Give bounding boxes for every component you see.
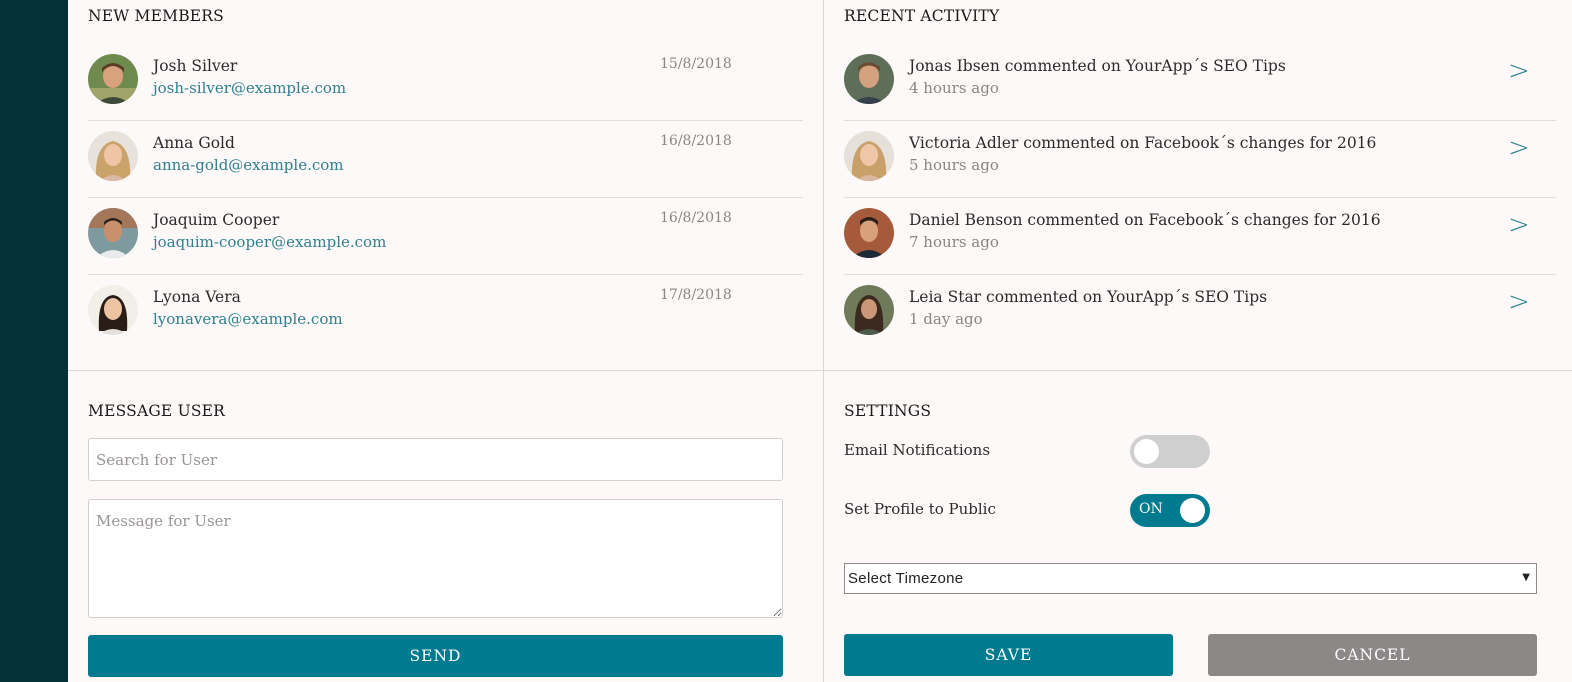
message-user-title: MESSAGE USER	[88, 402, 226, 420]
member-avatar	[88, 285, 138, 335]
activity-avatar	[844, 208, 894, 258]
message-textarea[interactable]	[88, 499, 783, 618]
search-user-input[interactable]	[88, 438, 783, 481]
member-date: 16/8/2018	[660, 210, 732, 226]
timezone-select[interactable]: Select Timezone ▼	[844, 563, 1537, 594]
member-email[interactable]: joaquim-cooper@example.com	[153, 233, 386, 251]
public-profile-label: Set Profile to Public	[844, 500, 996, 518]
activity-time: 4 hours ago	[909, 79, 999, 97]
new-members-title: NEW MEMBERS	[88, 7, 224, 25]
activity-text: Jonas Ibsen commented on YourApp´s SEO T…	[909, 57, 1286, 75]
member-email[interactable]: anna-gold@example.com	[153, 156, 344, 174]
activity-row[interactable]: Leia Star commented on YourApp´s SEO Tip…	[844, 275, 1556, 352]
member-date: 17/8/2018	[660, 287, 732, 303]
vertical-divider	[823, 0, 824, 682]
member-avatar	[88, 208, 138, 258]
toggle-on-text: ON	[1139, 501, 1163, 517]
chevron-right-icon[interactable]: >	[1508, 133, 1530, 163]
settings-title: SETTINGS	[844, 402, 932, 420]
activity-time: 5 hours ago	[909, 156, 999, 174]
activity-row[interactable]: Jonas Ibsen commented on YourApp´s SEO T…	[844, 44, 1556, 121]
caret-down-icon: ▼	[1522, 572, 1530, 583]
activity-row[interactable]: Daniel Benson commented on Facebook´s ch…	[844, 198, 1556, 275]
activity-text: Daniel Benson commented on Facebook´s ch…	[909, 211, 1381, 229]
member-avatar	[88, 131, 138, 181]
toggle-knob	[1134, 439, 1159, 464]
member-row[interactable]: Joaquim Cooper joaquim-cooper@example.co…	[88, 198, 803, 275]
activity-text: Leia Star commented on YourApp´s SEO Tip…	[909, 288, 1268, 306]
recent-activity-title: RECENT ACTIVITY	[844, 7, 1000, 25]
activity-time: 1 day ago	[909, 310, 983, 328]
send-button[interactable]: SEND	[88, 635, 783, 677]
member-date: 15/8/2018	[660, 56, 732, 72]
member-date: 16/8/2018	[660, 133, 732, 149]
member-row[interactable]: Anna Gold anna-gold@example.com 16/8/201…	[88, 121, 803, 198]
timezone-select-value: Select Timezone	[848, 570, 964, 587]
member-row[interactable]: Lyona Vera lyonavera@example.com 17/8/20…	[88, 275, 803, 352]
activity-avatar	[844, 54, 894, 104]
activity-text: Victoria Adler commented on Facebook´s c…	[909, 134, 1377, 152]
activity-avatar	[844, 285, 894, 335]
member-name: Anna Gold	[153, 134, 235, 152]
chevron-right-icon[interactable]: >	[1508, 56, 1530, 86]
chevron-right-icon[interactable]: >	[1508, 210, 1530, 240]
email-notifications-label: Email Notifications	[844, 441, 991, 459]
cancel-button[interactable]: CANCEL	[1208, 634, 1537, 676]
activity-row[interactable]: Victoria Adler commented on Facebook´s c…	[844, 121, 1556, 198]
member-name: Lyona Vera	[153, 288, 241, 306]
member-name: Josh Silver	[153, 57, 238, 75]
member-email[interactable]: lyonavera@example.com	[153, 310, 343, 328]
email-notifications-toggle[interactable]	[1130, 435, 1210, 468]
save-button[interactable]: SAVE	[844, 634, 1173, 676]
toggle-knob	[1180, 498, 1205, 523]
member-name: Joaquim Cooper	[153, 211, 280, 229]
activity-time: 7 hours ago	[909, 233, 999, 251]
chevron-right-icon[interactable]: >	[1508, 287, 1530, 317]
activity-avatar	[844, 131, 894, 181]
member-avatar	[88, 54, 138, 104]
sidebar	[0, 0, 68, 682]
member-email[interactable]: josh-silver@example.com	[153, 79, 346, 97]
public-profile-toggle[interactable]: ON	[1130, 494, 1210, 527]
member-row[interactable]: Josh Silver josh-silver@example.com 15/8…	[88, 44, 803, 121]
horizontal-divider	[68, 370, 1572, 371]
